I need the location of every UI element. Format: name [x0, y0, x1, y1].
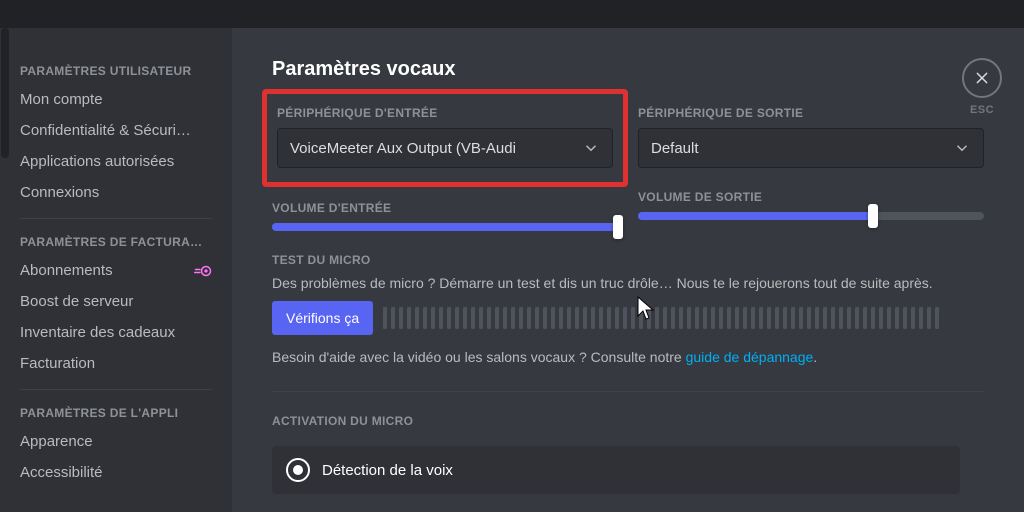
sidebar-separator	[20, 389, 212, 390]
sidebar-item-account[interactable]: Mon compte	[10, 84, 222, 115]
input-device-value: VoiceMeeter Aux Output (VB-Audi	[290, 140, 516, 157]
input-volume-slider[interactable]	[272, 223, 618, 231]
input-device-label: PÉRIPHÉRIQUE D'ENTRÉE	[277, 106, 613, 120]
sidebar-item-connections[interactable]: Connexions	[10, 177, 222, 208]
sidebar-scrollbar-thumb[interactable]	[1, 28, 9, 158]
esc-label: ESC	[962, 104, 1002, 116]
output-volume-label: VOLUME DE SORTIE	[638, 190, 984, 204]
output-device-label: PÉRIPHÉRIQUE DE SORTIE	[638, 106, 984, 120]
nitro-icon	[194, 265, 212, 277]
chevron-down-icon	[953, 139, 971, 157]
settings-sidebar: PARAMÈTRES UTILISATEUR Mon compte Confid…	[0, 28, 232, 512]
mic-test-label: TEST DU MICRO	[272, 253, 984, 267]
close-button[interactable]	[962, 58, 1002, 98]
input-device-highlight: PÉRIPHÉRIQUE D'ENTRÉE VoiceMeeter Aux Ou…	[262, 89, 628, 187]
sidebar-item-server-boost[interactable]: Boost de serveur	[10, 286, 222, 317]
mic-activation-label: ACTIVATION DU MICRO	[272, 414, 984, 428]
sidebar-item-appearance[interactable]: Apparence	[10, 426, 222, 457]
slider-thumb[interactable]	[868, 204, 878, 228]
sidebar-item-subscriptions[interactable]: Abonnements	[10, 255, 222, 286]
output-volume-slider[interactable]	[638, 212, 984, 220]
voice-activity-radio[interactable]: Détection de la voix	[272, 446, 960, 494]
sidebar-group-billing: PARAMÈTRES DE FACTURA…	[10, 229, 222, 255]
mic-test-desc: Des problèmes de micro ? Démarre un test…	[272, 275, 984, 291]
slider-thumb[interactable]	[613, 215, 623, 239]
troubleshoot-link[interactable]: guide de dépannage	[686, 349, 814, 365]
chevron-down-icon	[582, 139, 600, 157]
help-text: Besoin d'aide avec la vidéo ou les salon…	[272, 349, 984, 365]
mic-test-button[interactable]: Vérifions ça	[272, 301, 373, 335]
output-device-select[interactable]: Default	[638, 128, 984, 168]
close-icon	[974, 70, 990, 86]
settings-content: ESC Paramètres vocaux PÉRIPHÉRIQUE D'ENT…	[232, 28, 1024, 512]
sidebar-separator	[20, 218, 212, 219]
section-separator	[272, 391, 984, 392]
sidebar-item-privacy[interactable]: Confidentialité & Sécuri…	[10, 115, 222, 146]
window-titlebar	[0, 0, 1024, 28]
page-title: Paramètres vocaux	[272, 58, 984, 81]
sidebar-group-app: PARAMÈTRES DE L'APPLI	[10, 400, 222, 426]
mic-level-meter	[383, 307, 984, 329]
sidebar-item-gift-inventory[interactable]: Inventaire des cadeaux	[10, 317, 222, 348]
output-device-value: Default	[651, 140, 699, 157]
input-volume-label: VOLUME D'ENTRÉE	[272, 201, 618, 215]
sidebar-group-user: PARAMÈTRES UTILISATEUR	[10, 58, 222, 84]
voice-activity-label: Détection de la voix	[322, 462, 453, 479]
sidebar-item-accessibility[interactable]: Accessibilité	[10, 457, 222, 488]
radio-icon	[286, 458, 310, 482]
input-device-select[interactable]: VoiceMeeter Aux Output (VB-Audi	[277, 128, 613, 168]
sidebar-item-authorized-apps[interactable]: Applications autorisées	[10, 146, 222, 177]
sidebar-item-billing[interactable]: Facturation	[10, 348, 222, 379]
